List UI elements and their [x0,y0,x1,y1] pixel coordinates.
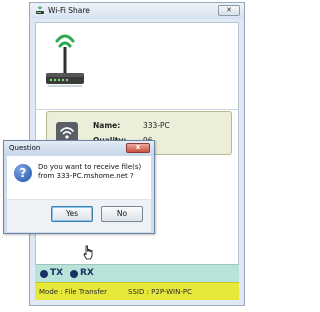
app-icon [36,6,44,14]
dialog-button-row: Yes No [7,199,151,232]
dialog-close-button[interactable]: x [126,143,150,153]
window-title: Wi-Fi Share [48,6,90,15]
dialog-body: ? Do you want to receive file(s) from 33… [7,156,151,232]
tx-label: TX [50,268,64,278]
tx-indicator-icon [40,270,48,278]
rx-label: RX [80,268,94,278]
dialog-title: Question [9,144,41,152]
question-icon: ? [14,164,32,182]
ssid-text: SSID : P2P-WIN-PC [128,288,192,296]
rx-indicator-icon [70,270,78,278]
name-label: Name: [93,121,121,130]
yes-button[interactable]: Yes [51,206,93,222]
dialog-titlebar[interactable]: Question x [4,141,154,155]
no-button[interactable]: No [101,206,143,222]
window-close-button[interactable]: ✕ [218,5,240,16]
close-icon: ✕ [226,6,232,14]
dialog-message: Do you want to receive file(s) from 333-… [38,163,142,180]
mouse-cursor-icon [83,245,93,260]
question-dialog: Question x ? Do you want to receive file… [3,140,155,234]
name-value: 333-PC [143,121,170,130]
mode-status-bar: Mode : File Transfer SSID : P2P-WIN-PC [35,282,239,300]
close-icon: x [135,143,141,151]
divider [36,109,238,110]
traffic-status-bar: TX RX [35,264,239,282]
router-icon [46,34,84,87]
window-titlebar[interactable]: Wi-Fi Share ✕ [30,3,244,19]
mode-text: Mode : File Transfer [39,288,107,296]
